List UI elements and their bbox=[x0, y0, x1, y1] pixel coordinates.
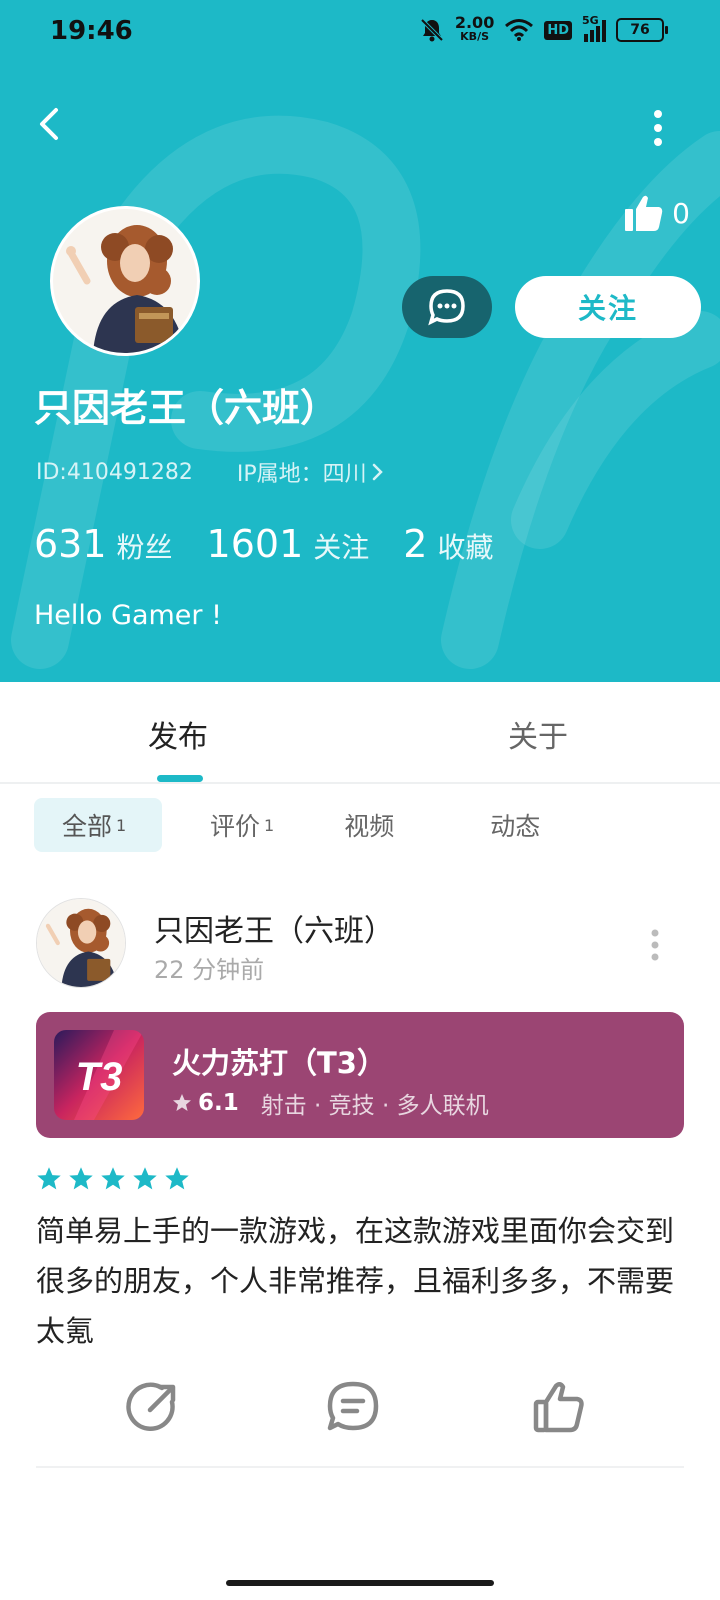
back-arrow-icon[interactable] bbox=[30, 104, 70, 144]
filter-moments-label: 动态 bbox=[490, 812, 541, 841]
tab-about[interactable]: 关于 bbox=[508, 712, 568, 756]
tab-indicator bbox=[157, 775, 203, 782]
rating-star-icon bbox=[101, 1167, 125, 1190]
profile-stats: 631 粉丝 1601 关注 2 收藏 bbox=[34, 522, 493, 566]
post-divider bbox=[36, 1466, 684, 1468]
wifi-icon bbox=[505, 19, 534, 41]
filter-videos[interactable]: 视频 bbox=[316, 798, 422, 852]
filter-all-label: 全部 bbox=[62, 812, 113, 841]
filter-reviews[interactable]: 评价 1 bbox=[182, 798, 302, 852]
more-vertical-icon[interactable] bbox=[648, 108, 668, 148]
stat-following-label: 关注 bbox=[313, 531, 370, 564]
post-author-avatar[interactable] bbox=[36, 898, 126, 988]
chevron-right-icon bbox=[372, 463, 383, 481]
game-card[interactable]: T3 火力苏打（T3） 6.1 射击 · 竞技 · 多人联机 bbox=[36, 1012, 684, 1138]
review-text: 简单易上手的一款游戏，在这款游戏里面你会交到很多的朋友，个人非常推荐，且福利多多… bbox=[36, 1214, 675, 1348]
stat-favorites-num: 2 bbox=[403, 522, 428, 566]
net-speed-unit: KB/S bbox=[460, 30, 490, 43]
star-icon bbox=[173, 1094, 191, 1111]
content-filters: 全部 1 评价 1 视频 动态 bbox=[34, 798, 568, 852]
battery-level: 76 bbox=[630, 22, 650, 38]
likes-count: 0 bbox=[672, 196, 690, 230]
game-tags: 射击 · 竞技 · 多人联机 bbox=[260, 1093, 489, 1119]
filter-all-count: 1 bbox=[116, 815, 127, 835]
post-timestamp: 22 分钟前 bbox=[154, 956, 265, 984]
follow-button[interactable]: 关注 bbox=[515, 276, 701, 338]
review-rating bbox=[36, 1166, 190, 1192]
filter-all[interactable]: 全部 1 bbox=[34, 798, 162, 852]
post-more-icon[interactable] bbox=[650, 928, 660, 962]
filter-reviews-count: 1 bbox=[264, 815, 275, 835]
post-author-name[interactable]: 只因老王（六班） bbox=[154, 906, 394, 950]
like-icon[interactable] bbox=[532, 1380, 586, 1434]
avatar-illustration bbox=[53, 209, 197, 353]
game-score: 6.1 bbox=[198, 1090, 239, 1116]
stat-followers-num: 631 bbox=[34, 522, 107, 566]
filter-moments[interactable]: 动态 bbox=[462, 798, 568, 852]
stat-followers[interactable]: 631 粉丝 bbox=[34, 522, 173, 566]
filter-videos-label: 视频 bbox=[344, 812, 395, 841]
profile-id-line: ID:410491282 IP属地：四川 bbox=[36, 456, 385, 488]
tab-publish[interactable]: 发布 bbox=[148, 712, 208, 756]
message-button[interactable] bbox=[402, 276, 492, 338]
stat-favorites-label: 收藏 bbox=[437, 531, 494, 564]
stat-following[interactable]: 1601 关注 bbox=[207, 522, 370, 566]
user-id: ID:410491282 bbox=[36, 459, 193, 485]
rating-star-icon bbox=[133, 1167, 157, 1190]
hd-badge: HD bbox=[544, 20, 572, 40]
post-actions bbox=[0, 1380, 720, 1440]
stat-favorites[interactable]: 2 收藏 bbox=[403, 522, 493, 566]
net-speed: 2.00 KB/S bbox=[454, 13, 495, 44]
battery-indicator: 76 bbox=[616, 18, 668, 42]
profile-avatar[interactable] bbox=[50, 206, 200, 356]
status-icons: 2.00 KB/S HD 5G 76 bbox=[419, 13, 668, 44]
rating-star-icon bbox=[37, 1167, 61, 1190]
status-bar: 19:46 2.00 KB/S HD 5G 76 bbox=[0, 0, 720, 64]
mute-bell-icon bbox=[420, 18, 444, 42]
ip-location-link[interactable]: IP属地：四川 bbox=[237, 456, 385, 488]
game-name: 火力苏打（T3） bbox=[172, 1046, 386, 1080]
ip-location-text: IP属地：四川 bbox=[236, 462, 367, 487]
likes-counter[interactable]: 0 bbox=[624, 194, 690, 232]
profile-username: 只因老王（六班） bbox=[34, 386, 339, 430]
game-icon: T3 bbox=[54, 1030, 144, 1120]
profile-header: 19:46 2.00 KB/S HD 5G 76 0 关注 只因老王（六班） I… bbox=[0, 0, 720, 682]
signal-icon: 5G bbox=[582, 14, 606, 42]
profile-bio: Hello Gamer ! bbox=[34, 600, 222, 631]
rating-star-icon bbox=[69, 1167, 93, 1190]
filter-reviews-label: 评价 bbox=[210, 812, 261, 841]
stat-followers-label: 粉丝 bbox=[116, 531, 173, 564]
share-icon[interactable] bbox=[126, 1380, 180, 1434]
game-meta: 6.1 射击 · 竞技 · 多人联机 bbox=[172, 1086, 489, 1120]
signal-label: 5G bbox=[582, 14, 599, 27]
home-indicator[interactable] bbox=[226, 1580, 494, 1586]
stat-following-num: 1601 bbox=[206, 522, 304, 566]
chat-bubble-icon bbox=[428, 289, 465, 326]
rating-star-icon bbox=[165, 1167, 189, 1190]
thumbs-up-icon bbox=[625, 195, 663, 231]
post-avatar-illustration bbox=[37, 899, 125, 987]
net-speed-value: 2.00 bbox=[454, 13, 495, 32]
profile-tabs: 发布 关于 bbox=[0, 682, 720, 784]
game-icon-text: T3 bbox=[76, 1055, 123, 1099]
comment-icon[interactable] bbox=[326, 1380, 380, 1434]
status-time: 19:46 bbox=[50, 16, 133, 46]
